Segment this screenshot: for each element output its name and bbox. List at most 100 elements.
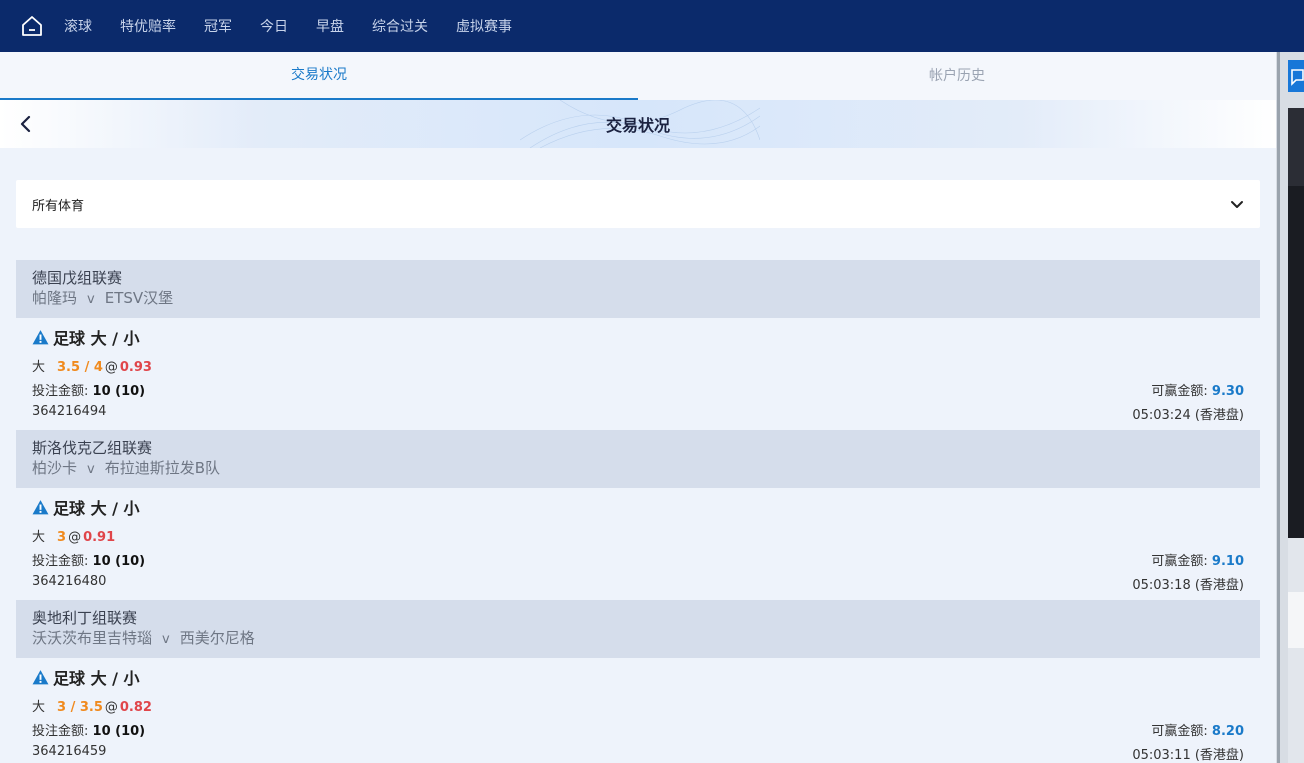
chat-icon xyxy=(1291,69,1304,86)
warning-icon xyxy=(32,669,49,684)
stake-amount: 投注金额: 10 (10) xyxy=(32,720,146,739)
selection-side: 大 xyxy=(32,700,46,715)
win-amount: 可赢金额: 8.20 xyxy=(1151,720,1244,739)
bet-market: 足球 大 / 小 xyxy=(32,326,1244,348)
home-team: 柏沙卡 xyxy=(32,459,78,477)
away-team: ETSV汉堡 xyxy=(104,289,174,307)
tab-account-history[interactable]: 帐户历史 xyxy=(638,52,1276,100)
away-team: 布拉迪斯拉发B队 xyxy=(104,459,221,477)
page-title: 交易状况 xyxy=(605,116,670,135)
stake-label: 投注金额: xyxy=(32,554,89,569)
match-teams: 帕隆玛 v ETSV汉堡 xyxy=(32,288,1244,310)
main-content: 交易状况 帐户历史 交易状况 所有体育 德国戊组联赛 帕隆玛 v ETSV汉堡 xyxy=(0,52,1276,763)
vs-label: v xyxy=(162,632,170,647)
at-symbol: @ xyxy=(68,530,82,545)
bet-id: 364216480 xyxy=(32,574,107,589)
nav-item-parlay[interactable]: 综合过关 xyxy=(372,16,428,36)
bet-time: 05:03:24 (香港盘) xyxy=(1132,408,1244,423)
match-teams: 沃沃茨布里吉特瑙 v 西美尔尼格 xyxy=(32,628,1244,650)
sport-filter-dropdown[interactable]: 所有体育 xyxy=(16,180,1260,228)
bet-odds: 0.93 xyxy=(119,360,152,375)
tab-bet-status[interactable]: 交易状况 xyxy=(0,52,638,100)
home-team: 帕隆玛 xyxy=(32,289,78,307)
nav-item-early[interactable]: 早盘 xyxy=(316,16,344,36)
win-label: 可赢金额: xyxy=(1151,384,1208,399)
league-name: 德国戊组联赛 xyxy=(32,269,123,287)
top-navigation: 滚球 特优赔率 冠军 今日 早盘 综合过关 虚拟赛事 xyxy=(0,0,1304,52)
stake-label: 投注金额: xyxy=(32,384,89,399)
match-teams: 柏沙卡 v 布拉迪斯拉发B队 xyxy=(32,458,1244,480)
bet-time: 05:03:11 (香港盘) xyxy=(1132,748,1244,763)
home-team: 沃沃茨布里吉特瑙 xyxy=(32,629,153,647)
bet-item: 足球 大 / 小 大 3 @0.91 投注金额: 10 (10) 可赢金额: 9.1… xyxy=(16,488,1260,600)
win-amount: 可赢金额: 9.30 xyxy=(1151,380,1244,399)
nav-item-virtual[interactable]: 虚拟赛事 xyxy=(456,16,512,36)
bet-market-label: 足球 大 / 小 xyxy=(53,329,140,348)
bet-selection: 大 3 / 3.5 @0.82 xyxy=(32,696,1244,715)
bet-item: 足球 大 / 小 大 3.5 / 4 @0.93 投注金额: 10 (10) 可赢金… xyxy=(16,318,1260,430)
bet-market: 足球 大 / 小 xyxy=(32,666,1244,688)
stake-amount: 投注金额: 10 (10) xyxy=(32,380,146,399)
nav-item-live[interactable]: 滚球 xyxy=(64,16,92,36)
stake-value: 10 (10) xyxy=(92,554,146,569)
home-icon xyxy=(22,16,42,36)
bet-odds: 0.91 xyxy=(83,530,116,545)
warning-icon xyxy=(32,329,49,344)
bet-meta-row: 364216459 05:03:11 (香港盘) xyxy=(32,744,1244,763)
back-arrow-icon[interactable] xyxy=(16,114,36,134)
chat-button[interactable] xyxy=(1288,60,1304,92)
win-label: 可赢金额: xyxy=(1151,554,1208,569)
handicap-line: 3 / 3.5 xyxy=(57,700,103,715)
side-panel-dark-header xyxy=(1288,108,1304,186)
bet-meta-row: 364216480 05:03:18 (香港盘) xyxy=(32,574,1244,593)
win-amount: 可赢金额: 9.10 xyxy=(1151,550,1244,569)
match-header: 奥地利丁组联赛 沃沃茨布里吉特瑙 v 西美尔尼格 xyxy=(16,600,1260,658)
bet-time: 05:03:18 (香港盘) xyxy=(1132,578,1244,593)
nav-item-outright[interactable]: 冠军 xyxy=(204,16,232,36)
match-header: 斯洛伐克乙组联赛 柏沙卡 v 布拉迪斯拉发B队 xyxy=(16,430,1260,488)
sport-filter-label: 所有体育 xyxy=(32,198,85,214)
warning-icon xyxy=(32,499,49,514)
side-panel-light-block xyxy=(1288,538,1304,592)
bet-amount-row: 投注金额: 10 (10) 可赢金额: 8.20 xyxy=(32,720,1244,739)
selection-side: 大 xyxy=(32,360,46,375)
win-value: 8.20 xyxy=(1211,724,1244,739)
nav-item-today[interactable]: 今日 xyxy=(260,16,288,36)
side-panel-white-block xyxy=(1288,592,1304,648)
bet-list: 德国戊组联赛 帕隆玛 v ETSV汉堡 足球 大 / 小 大 3.5 / 4 @0.93… xyxy=(16,260,1260,763)
bet-market: 足球 大 / 小 xyxy=(32,496,1244,518)
away-team: 西美尔尼格 xyxy=(179,629,255,647)
bet-id: 364216459 xyxy=(32,744,107,759)
home-button[interactable] xyxy=(0,0,64,52)
at-symbol: @ xyxy=(104,700,118,715)
bet-market-label: 足球 大 / 小 xyxy=(53,499,140,518)
bet-item: 足球 大 / 小 大 3 / 3.5 @0.82 投注金额: 10 (10) 可赢金… xyxy=(16,658,1260,763)
vs-label: v xyxy=(87,462,95,477)
league-name: 奥地利丁组联赛 xyxy=(32,609,138,627)
stake-amount: 投注金额: 10 (10) xyxy=(32,550,146,569)
win-label: 可赢金额: xyxy=(1151,724,1208,739)
selection-side: 大 xyxy=(32,530,46,545)
stake-value: 10 (10) xyxy=(92,384,146,399)
handicap-line: 3.5 / 4 xyxy=(57,360,103,375)
bet-market-label: 足球 大 / 小 xyxy=(53,669,140,688)
bet-selection: 大 3.5 / 4 @0.93 xyxy=(32,356,1244,375)
nav-item-special-odds[interactable]: 特优赔率 xyxy=(120,16,176,36)
stake-value: 10 (10) xyxy=(92,724,146,739)
win-value: 9.10 xyxy=(1211,554,1244,569)
vs-label: v xyxy=(87,292,95,307)
bet-amount-row: 投注金额: 10 (10) 可赢金额: 9.10 xyxy=(32,550,1244,569)
page-header: 交易状况 xyxy=(0,100,1276,148)
match-header: 德国戊组联赛 帕隆玛 v ETSV汉堡 xyxy=(16,260,1260,318)
league-name: 斯洛伐克乙组联赛 xyxy=(32,439,153,457)
scrollbar-track[interactable] xyxy=(1277,52,1280,763)
side-panel-bottom-block xyxy=(1288,648,1304,763)
bet-selection: 大 3 @0.91 xyxy=(32,526,1244,545)
at-symbol: @ xyxy=(104,360,118,375)
handicap-line: 3 xyxy=(57,530,67,545)
stake-label: 投注金额: xyxy=(32,724,89,739)
chevron-down-icon xyxy=(1231,201,1243,208)
bet-meta-row: 364216494 05:03:24 (香港盘) xyxy=(32,404,1244,423)
bet-amount-row: 投注金额: 10 (10) 可赢金额: 9.30 xyxy=(32,380,1244,399)
tab-bar: 交易状况 帐户历史 xyxy=(0,52,1276,100)
